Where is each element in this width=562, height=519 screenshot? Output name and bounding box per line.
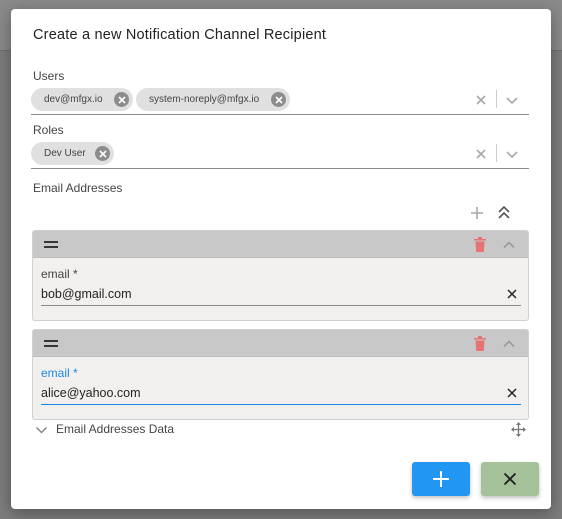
chevron-down-icon[interactable]: [505, 94, 519, 106]
chevron-down-icon[interactable]: [505, 148, 519, 160]
email-field[interactable]: [41, 282, 521, 306]
move-icon[interactable]: [511, 422, 526, 437]
email-addresses-label: Email Addresses: [33, 181, 123, 195]
user-chip-label: system-noreply@mfgx.io: [149, 94, 260, 105]
plus-icon: [433, 471, 449, 487]
double-chevron-up-icon[interactable]: [497, 205, 511, 221]
drag-handle-icon[interactable]: [44, 340, 58, 347]
email-addresses-data-label: Email Addresses Data: [56, 422, 175, 436]
drag-handle-icon[interactable]: [44, 241, 58, 248]
close-circle-icon[interactable]: [114, 92, 129, 107]
dialog-title: Create a new Notification Channel Recipi…: [33, 27, 327, 43]
users-select[interactable]: dev@mfgx.io system-noreply@mfgx.io: [31, 87, 529, 115]
close-icon: [503, 472, 517, 486]
user-chip-label: dev@mfgx.io: [44, 94, 103, 105]
email-field-label: email *: [41, 267, 78, 281]
plus-icon[interactable]: [471, 207, 483, 219]
roles-label: Roles: [33, 123, 64, 137]
users-label: Users: [33, 69, 65, 83]
email-field[interactable]: [41, 381, 521, 405]
confirm-button[interactable]: [412, 462, 470, 496]
role-chip: Dev User: [31, 142, 114, 165]
chevron-up-icon[interactable]: [502, 240, 516, 249]
chevron-up-icon[interactable]: [502, 339, 516, 348]
email-item-body: email *: [33, 357, 528, 419]
separator: [496, 90, 497, 108]
email-item-header: [33, 231, 528, 258]
roles-select[interactable]: Dev User: [31, 141, 529, 169]
email-item-body: email *: [33, 258, 528, 320]
close-icon[interactable]: [475, 148, 487, 160]
chevron-down-icon: [35, 426, 48, 434]
close-icon[interactable]: [507, 289, 517, 299]
user-chip: dev@mfgx.io: [31, 88, 133, 111]
email-field-label: email *: [41, 366, 78, 380]
close-circle-icon[interactable]: [271, 92, 286, 107]
separator: [496, 144, 497, 162]
close-icon[interactable]: [475, 94, 487, 106]
create-recipient-dialog: Create a new Notification Channel Recipi…: [11, 9, 551, 509]
close-circle-icon[interactable]: [95, 146, 110, 161]
email-item-header: [33, 330, 528, 357]
user-chip: system-noreply@mfgx.io: [136, 88, 290, 111]
email-item: email *: [32, 329, 529, 420]
cancel-button[interactable]: [481, 462, 539, 496]
trash-icon[interactable]: [474, 237, 486, 252]
close-icon[interactable]: [507, 388, 517, 398]
trash-icon[interactable]: [474, 336, 486, 351]
email-item: email *: [32, 230, 529, 321]
role-chip-label: Dev User: [44, 148, 86, 159]
